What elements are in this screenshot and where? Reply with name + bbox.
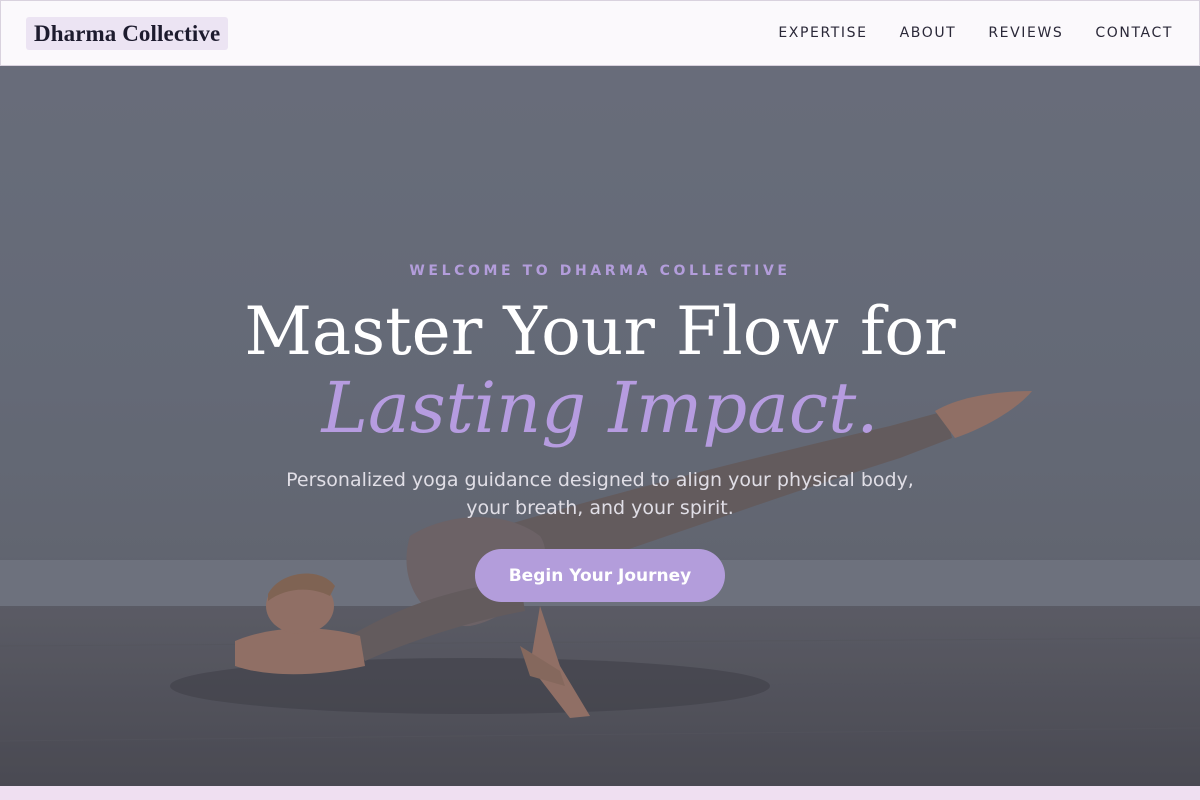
begin-journey-button[interactable]: Begin Your Journey — [475, 549, 725, 602]
nav-link-contact[interactable]: CONTACT — [1095, 25, 1173, 41]
hero-subhead: Personalized yoga guidance designed to a… — [286, 469, 914, 519]
nav-link-expertise[interactable]: EXPERTISE — [778, 25, 867, 41]
hero-section: WELCOME TO DHARMA COLLECTIVE Master Your… — [0, 66, 1200, 786]
hero-eyebrow: WELCOME TO DHARMA COLLECTIVE — [409, 263, 791, 279]
nav-link-about[interactable]: ABOUT — [900, 25, 957, 41]
bottom-strip — [0, 786, 1200, 800]
brand-logo[interactable]: Dharma Collective — [26, 16, 229, 50]
page: Dharma Collective EXPERTISE ABOUT REVIEW… — [0, 0, 1200, 800]
main-nav: EXPERTISE ABOUT REVIEWS CONTACT — [778, 25, 1173, 41]
hero-headline: Master Your Flow for — [244, 293, 956, 370]
nav-link-reviews[interactable]: REVIEWS — [988, 25, 1063, 41]
site-header: Dharma Collective EXPERTISE ABOUT REVIEW… — [0, 0, 1200, 66]
hero-content: WELCOME TO DHARMA COLLECTIVE Master Your… — [0, 66, 1200, 786]
hero-headline-accent: Lasting Impact. — [321, 367, 879, 449]
